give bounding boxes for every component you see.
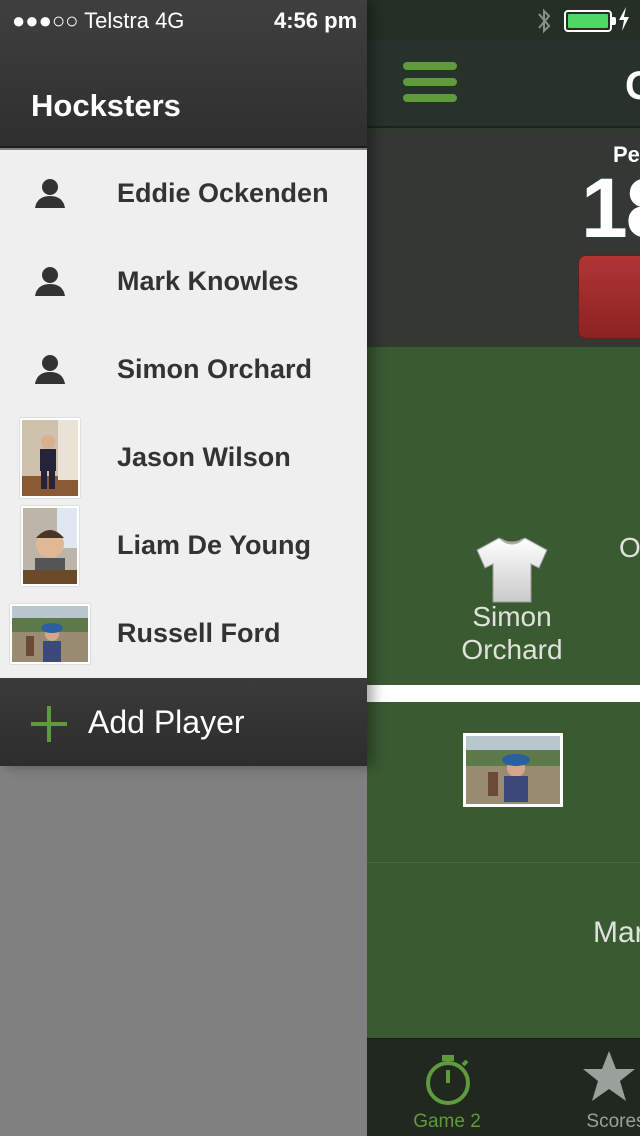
field-player-name-partial: O xyxy=(619,532,640,563)
player-name: Eddie Ockenden xyxy=(117,178,329,208)
tab-scores[interactable]: Scores xyxy=(571,1039,640,1136)
menu-icon[interactable] xyxy=(403,62,457,102)
player-name: Jason Wilson xyxy=(117,442,291,472)
charging-bolt-icon xyxy=(617,6,631,40)
game-title: G xyxy=(625,64,640,109)
tab-label: Game 2 xyxy=(413,1111,481,1132)
player-row[interactable]: Eddie Ockenden xyxy=(0,150,367,238)
player-row[interactable]: Mark Knowles xyxy=(0,238,367,326)
tab-label: Scores xyxy=(586,1111,640,1132)
player-row[interactable]: Liam De Young xyxy=(0,502,367,590)
score-display: 18 xyxy=(581,161,640,255)
player-photo xyxy=(10,604,90,664)
player-name: Liam De Young xyxy=(117,530,312,560)
drawer-title: Hocksters xyxy=(31,88,181,123)
player-row[interactable]: Russell Ford xyxy=(0,590,367,678)
player-photo xyxy=(21,506,79,586)
status-bar-right xyxy=(367,0,640,40)
player-name: Mark Knowles xyxy=(117,266,299,296)
plus-icon xyxy=(31,706,67,742)
player-row[interactable]: Simon Orchard xyxy=(0,326,367,414)
tab-game[interactable]: Game 2 xyxy=(407,1039,487,1136)
star-icon xyxy=(581,1049,637,1108)
field-player-name: Simon Orchard xyxy=(461,601,563,665)
player-photo xyxy=(20,418,80,498)
stopwatch-icon xyxy=(423,1053,473,1112)
drawer-header: ●●●○○ Telstra 4G 4:56 pm Hocksters xyxy=(0,0,367,148)
field-player-name-partial-2: Mar xyxy=(593,916,640,949)
main-panel: G Pe 18 Simon Orchard O Mar xyxy=(367,0,640,1136)
person-icon xyxy=(33,354,67,386)
player-row[interactable]: Jason Wilson xyxy=(0,414,367,502)
person-icon xyxy=(33,266,67,298)
field-divider xyxy=(367,685,640,702)
status-carrier: ●●●○○ Telstra 4G xyxy=(12,8,185,33)
side-drawer: ●●●○○ Telstra 4G 4:56 pm Hocksters Eddie… xyxy=(0,0,367,766)
player-photo[interactable] xyxy=(463,733,563,807)
bluetooth-icon xyxy=(535,6,555,36)
player-list: Eddie Ockenden Mark Knowles Simon Orchar… xyxy=(0,150,367,678)
add-player-label: Add Player xyxy=(88,704,245,740)
battery-icon xyxy=(564,10,616,32)
status-time: 4:56 pm xyxy=(274,8,358,33)
tab-bar: Game 2 Scores xyxy=(367,1038,640,1136)
player-name: Russell Ford xyxy=(117,618,281,648)
person-icon xyxy=(33,178,67,210)
shirt-icon[interactable] xyxy=(473,534,551,604)
player-name: Simon Orchard xyxy=(117,354,313,384)
stop-button[interactable] xyxy=(578,255,640,339)
